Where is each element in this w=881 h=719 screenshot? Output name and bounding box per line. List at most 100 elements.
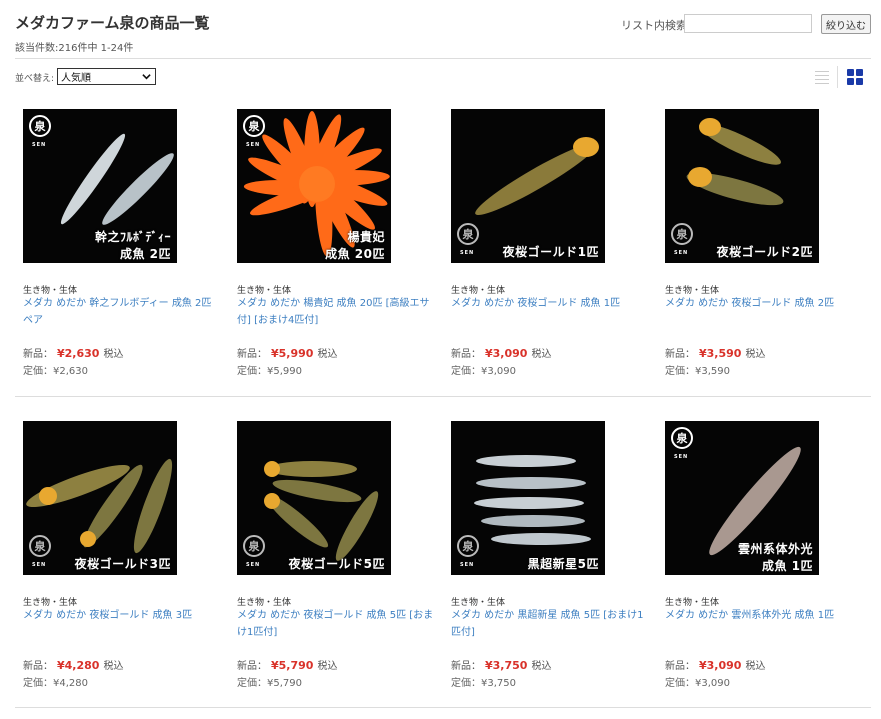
list-price-label: 定価：: [451, 366, 481, 377]
view-toggle-separator: [837, 66, 838, 88]
list-price-label: 定価：: [665, 678, 695, 689]
list-price: ¥2,630: [53, 366, 88, 377]
image-caption-line: 雲州系体外光: [737, 542, 813, 556]
product-image[interactable]: 泉 SEN 夜桜ゴールド2匹: [665, 109, 819, 263]
image-caption-line: 夜桜ゴールド5匹: [288, 557, 385, 571]
list-view-button[interactable]: [815, 68, 829, 84]
header-divider: [15, 58, 871, 59]
list-price-label: 定価：: [237, 678, 267, 689]
product-name-link[interactable]: メダカ めだか 夜桜ゴールド 成魚 1匹: [451, 295, 649, 312]
brand-logo-icon: 泉: [243, 535, 265, 557]
list-price-label: 定価：: [451, 678, 481, 689]
image-caption-line: 夜桜ゴールド3匹: [74, 557, 171, 571]
list-price: ¥3,090: [695, 678, 730, 689]
price-row: 新品： ¥5,990 税込: [237, 345, 337, 360]
price-row: 新品： ¥4,280 税込: [23, 657, 123, 672]
brand-logo-icon: 泉: [671, 223, 693, 245]
new-price-label: 新品：: [23, 661, 53, 672]
list-price-row: 定価：¥3,090: [665, 674, 730, 689]
tax-label: 税込: [745, 349, 766, 360]
brand-logo-icon: 泉: [671, 427, 693, 449]
brand-logo-text: SEN: [246, 562, 261, 568]
product-image[interactable]: 泉 SEN 黒超新星5匹: [451, 421, 605, 575]
product-name-link[interactable]: メダカ めだか 幹之フルボディー 成魚 2匹ペア: [23, 295, 221, 329]
tax-label: 税込: [531, 349, 552, 360]
grid-view-button[interactable]: [847, 69, 864, 86]
price-row: 新品： ¥3,090 税込: [665, 657, 765, 672]
image-caption-line: 成魚 2匹: [119, 247, 171, 261]
new-price-label: 新品：: [237, 661, 267, 672]
list-price: ¥3,750: [481, 678, 516, 689]
sort-select[interactable]: 人気順: [57, 68, 156, 85]
price: ¥5,790: [271, 659, 314, 672]
tax-label: 税込: [103, 349, 124, 360]
new-price-label: 新品：: [451, 661, 481, 672]
product-name-link[interactable]: メダカ めだか 黒超新星 成魚 5匹 [おまけ1匹付]: [451, 607, 649, 641]
new-price-label: 新品：: [665, 349, 695, 360]
brand-logo-icon: 泉: [243, 115, 265, 137]
product-name-link[interactable]: メダカ めだか 雲州系体外光 成魚 1匹: [665, 607, 863, 624]
image-caption-line: 夜桜ゴールド1匹: [502, 245, 599, 259]
brand-logo-text: SEN: [674, 250, 689, 256]
product-image[interactable]: 泉 SEN 雲州系体外光成魚 1匹: [665, 421, 819, 575]
price: ¥3,090: [485, 347, 528, 360]
tax-label: 税込: [317, 349, 338, 360]
image-caption-line: 幹之ﾌﾙﾎﾞﾃﾞｨｰ: [94, 230, 171, 244]
price: ¥2,630: [57, 347, 100, 360]
image-caption: 雲州系体外光成魚 1匹: [738, 541, 813, 575]
row-divider: [15, 396, 871, 397]
image-caption-line: 成魚 20匹: [325, 247, 385, 261]
brand-logo-text: SEN: [246, 142, 261, 148]
image-caption: 夜桜ゴールド5匹: [289, 556, 385, 573]
brand-logo-icon: 泉: [29, 535, 51, 557]
list-price-row: 定価：¥3,750: [451, 674, 516, 689]
list-view-icon: [815, 71, 829, 84]
price: ¥3,090: [699, 659, 742, 672]
image-caption: 幹之ﾌﾙﾎﾞﾃﾞｨｰ 成魚 2匹: [95, 229, 171, 263]
image-caption-line: 成魚 1匹: [761, 559, 813, 573]
price-row: 新品： ¥5,790 税込: [237, 657, 337, 672]
list-price-label: 定価：: [665, 366, 695, 377]
price-row: 新品： ¥3,090 税込: [451, 345, 551, 360]
list-price-row: 定価：¥4,280: [23, 674, 88, 689]
sort-selected-value: 人気順: [61, 73, 91, 84]
price: ¥5,990: [271, 347, 314, 360]
brand-logo-icon: 泉: [457, 223, 479, 245]
price-row: 新品： ¥3,590 税込: [665, 345, 765, 360]
new-price-label: 新品：: [23, 349, 53, 360]
tax-label: 税込: [103, 661, 124, 672]
product-name-link[interactable]: メダカ めだか 夜桜ゴールド 成魚 3匹: [23, 607, 221, 624]
tax-label: 税込: [531, 661, 552, 672]
list-price-row: 定価：¥5,790: [237, 674, 302, 689]
brand-logo-text: SEN: [674, 454, 689, 460]
image-caption: 夜桜ゴールド1匹: [503, 244, 599, 261]
list-price: ¥5,790: [267, 678, 302, 689]
price-row: 新品： ¥3,750 税込: [451, 657, 551, 672]
image-caption: 楊貴妃 成魚 20匹: [325, 229, 385, 263]
search-input[interactable]: [684, 14, 812, 33]
tax-label: 税込: [317, 661, 338, 672]
product-image[interactable]: 泉 SEN 夜桜ゴールド3匹: [23, 421, 177, 575]
image-caption: 黒超新星5匹: [528, 556, 599, 573]
product-name-link[interactable]: メダカ めだか 夜桜ゴールド 成魚 2匹: [665, 295, 863, 312]
list-price-label: 定価：: [237, 366, 267, 377]
list-price-label: 定価：: [23, 678, 53, 689]
image-caption: 夜桜ゴールド3匹: [75, 556, 171, 573]
result-count: 該当件数:216件中 1-24件: [15, 43, 134, 54]
product-name-link[interactable]: メダカ めだか 夜桜ゴールド 成魚 5匹 [おまけ1匹付]: [237, 607, 435, 641]
image-caption-line: 夜桜ゴールド2匹: [716, 245, 813, 259]
tax-label: 税込: [745, 661, 766, 672]
list-price: ¥5,990: [267, 366, 302, 377]
brand-logo-icon: 泉: [457, 535, 479, 557]
product-image[interactable]: 泉 SEN 夜桜ゴールド5匹: [237, 421, 391, 575]
list-price: ¥4,280: [53, 678, 88, 689]
product-name-link[interactable]: メダカ めだか 楊貴妃 成魚 20匹 [高級エサ付] [おまけ4匹付]: [237, 295, 435, 329]
product-image[interactable]: 泉 SEN 幹之ﾌﾙﾎﾞﾃﾞｨｰ 成魚 2匹: [23, 109, 177, 263]
sort-label: 並べ替え:: [15, 74, 55, 84]
new-price-label: 新品：: [237, 349, 267, 360]
price-row: 新品： ¥2,630 税込: [23, 345, 123, 360]
product-image[interactable]: 泉 SEN 夜桜ゴールド1匹: [451, 109, 605, 263]
filter-button[interactable]: 絞り込む: [821, 14, 871, 34]
product-image[interactable]: 泉 SEN 楊貴妃 成魚 20匹: [237, 109, 391, 263]
brand-logo-text: SEN: [460, 562, 475, 568]
